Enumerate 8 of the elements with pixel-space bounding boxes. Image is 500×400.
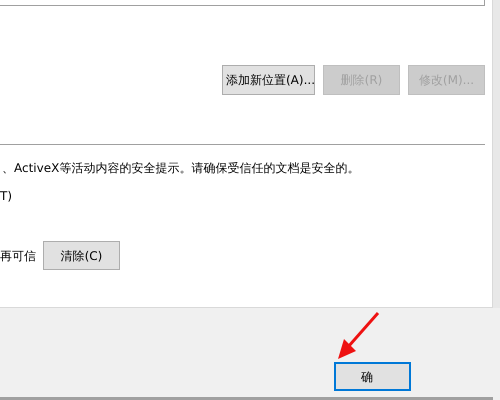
location-button[interactable]: 添加新位置(A)... <box>222 65 315 95</box>
warning-text: 、ActiveX等活动内容的安全提示。请确保受信任的文档是安全的。 <box>2 160 360 177</box>
clear-button[interactable]: 清除(C) <box>43 241 120 270</box>
arrow-icon <box>336 311 380 361</box>
list-box[interactable] <box>0 0 485 6</box>
ok-button[interactable]: 确 <box>334 362 411 391</box>
trust-label: 再可信 <box>0 248 36 264</box>
option-label: T) <box>0 188 12 205</box>
